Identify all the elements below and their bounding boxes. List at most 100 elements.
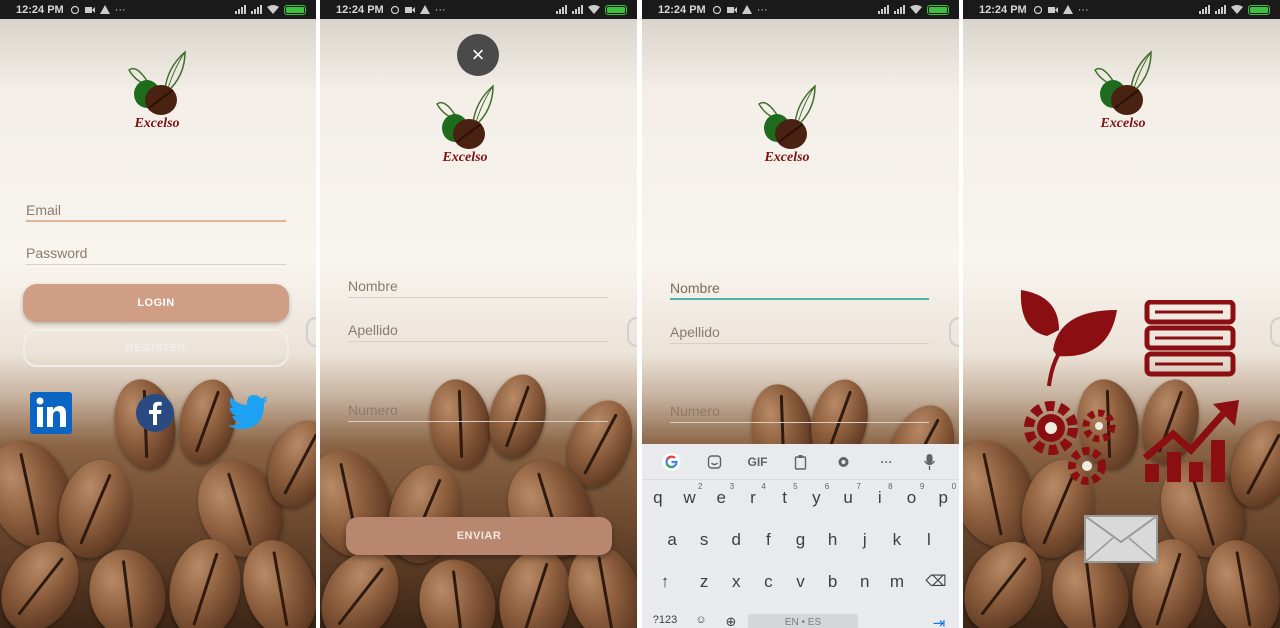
status-time: 12:24 PM: [16, 3, 64, 16]
key-q[interactable]: q: [642, 488, 674, 512]
alarm-icon: [712, 5, 721, 14]
wifi-icon: [1231, 5, 1243, 14]
nombre-underline: [670, 298, 929, 300]
signal-icon: [572, 5, 583, 14]
key-y[interactable]: y6: [801, 482, 833, 512]
key-f[interactable]: f: [752, 530, 784, 554]
brand-name: Excelso: [442, 150, 488, 165]
linkedin-icon[interactable]: [30, 392, 72, 434]
key-t[interactable]: t5: [769, 482, 801, 512]
numero-field[interactable]: Numero: [348, 402, 608, 424]
email-placeholder: Email: [26, 202, 62, 218]
key-z[interactable]: z: [688, 572, 720, 596]
apellido-field[interactable]: Apellido: [670, 324, 929, 346]
language-globe-key[interactable]: ⊕: [714, 614, 748, 628]
backspace-key[interactable]: ⌫: [913, 572, 959, 596]
key-i[interactable]: i8: [864, 482, 896, 512]
notification-icons: ···: [390, 4, 446, 16]
sticker-icon[interactable]: [693, 454, 736, 470]
gif-button[interactable]: GIF: [736, 455, 779, 469]
key-m[interactable]: m: [881, 572, 913, 596]
battery-icon: [1248, 4, 1270, 15]
excelso-logo: Excelso: [122, 50, 192, 132]
key-g[interactable]: g: [784, 530, 816, 554]
numero-underline: [670, 422, 929, 423]
warning-icon: [741, 5, 752, 14]
key-x[interactable]: x: [720, 572, 752, 596]
key-k[interactable]: k: [881, 530, 913, 554]
books-icon[interactable]: [1143, 300, 1239, 378]
symbols-key[interactable]: ?123: [642, 614, 688, 628]
settings-gear-icon[interactable]: [822, 454, 865, 470]
edge-panel-handle[interactable]: [306, 317, 316, 347]
email-field[interactable]: Email: [26, 202, 286, 224]
login-button[interactable]: LOGIN: [23, 284, 289, 322]
key-v[interactable]: v: [784, 572, 816, 596]
excelso-logo: Excelso: [752, 84, 822, 166]
video-icon: [404, 7, 415, 13]
coffee-leaf-logo-icon: [1094, 50, 1152, 115]
key-e[interactable]: e3: [705, 482, 737, 512]
key-c[interactable]: c: [752, 572, 784, 596]
enviar-button[interactable]: ENVIAR: [346, 517, 612, 555]
gears-icon[interactable]: [1019, 396, 1119, 488]
enter-next-key[interactable]: ⇥: [919, 614, 959, 628]
growth-chart-icon[interactable]: [1143, 400, 1241, 484]
more-options-button[interactable]: ···: [865, 455, 908, 469]
register-screen: 12:24 PM ··· × Excelso Nombre Apellido N…: [320, 0, 637, 628]
edge-panel-handle[interactable]: [949, 317, 959, 347]
key-a[interactable]: a: [656, 530, 688, 554]
google-icon[interactable]: [650, 452, 693, 471]
clipboard-icon[interactable]: [779, 454, 822, 470]
coffee-leaf-logo-icon: [128, 50, 186, 115]
excelso-logo: Excelso: [430, 84, 500, 166]
mail-icon[interactable]: [1083, 514, 1159, 564]
nombre-field[interactable]: Nombre: [348, 278, 608, 300]
key-u[interactable]: u7: [832, 482, 864, 512]
microphone-icon[interactable]: [908, 453, 951, 471]
key-n[interactable]: n: [849, 572, 881, 596]
warning-icon: [1062, 5, 1073, 14]
leaf-icon[interactable]: [1019, 290, 1119, 388]
apellido-underline: [670, 343, 929, 344]
coffee-leaf-logo-icon: [758, 84, 816, 149]
shift-key[interactable]: ↑: [642, 572, 688, 596]
status-time: 12:24 PM: [336, 3, 384, 16]
warning-icon: [419, 5, 430, 14]
key-d[interactable]: d: [720, 530, 752, 554]
nombre-value: Nombre: [670, 280, 720, 296]
key-p[interactable]: p0: [927, 482, 959, 512]
key-j[interactable]: j: [849, 530, 881, 554]
signal-icon: [878, 5, 889, 14]
register-button[interactable]: REGISTER: [23, 329, 289, 367]
key-l[interactable]: l: [913, 530, 945, 554]
wifi-icon: [910, 5, 922, 14]
apellido-field[interactable]: Apellido: [348, 322, 608, 344]
numero-field[interactable]: Numero: [670, 403, 929, 425]
key-o[interactable]: o9: [896, 482, 928, 512]
close-button[interactable]: ×: [457, 34, 499, 76]
nombre-field[interactable]: Nombre: [670, 280, 929, 302]
emoji-key[interactable]: ☺: [688, 614, 714, 628]
key-r[interactable]: r4: [737, 482, 769, 512]
notification-icons: ···: [70, 4, 126, 16]
facebook-icon[interactable]: [136, 394, 174, 432]
twitter-icon[interactable]: [228, 395, 268, 429]
password-underline: [26, 264, 286, 265]
menu-screen: 12:24 PM ··· Excelso: [963, 0, 1280, 628]
signal-icon: [251, 5, 262, 14]
status-bar: 12:24 PM ···: [320, 0, 637, 19]
password-field[interactable]: Password: [26, 245, 286, 267]
key-s[interactable]: s: [688, 530, 720, 554]
key-b[interactable]: b: [817, 572, 849, 596]
key-h[interactable]: h: [817, 530, 849, 554]
key-w[interactable]: w2: [674, 482, 706, 512]
edge-panel-handle[interactable]: [627, 317, 637, 347]
edge-panel-handle[interactable]: [1270, 317, 1280, 347]
space-bar[interactable]: EN • ES: [748, 614, 858, 628]
more-notifications: ···: [756, 3, 768, 16]
brand-name: Excelso: [134, 116, 180, 131]
coffee-leaf-logo-icon: [436, 84, 494, 149]
signal-icon: [1215, 5, 1226, 14]
wifi-icon: [588, 5, 600, 14]
